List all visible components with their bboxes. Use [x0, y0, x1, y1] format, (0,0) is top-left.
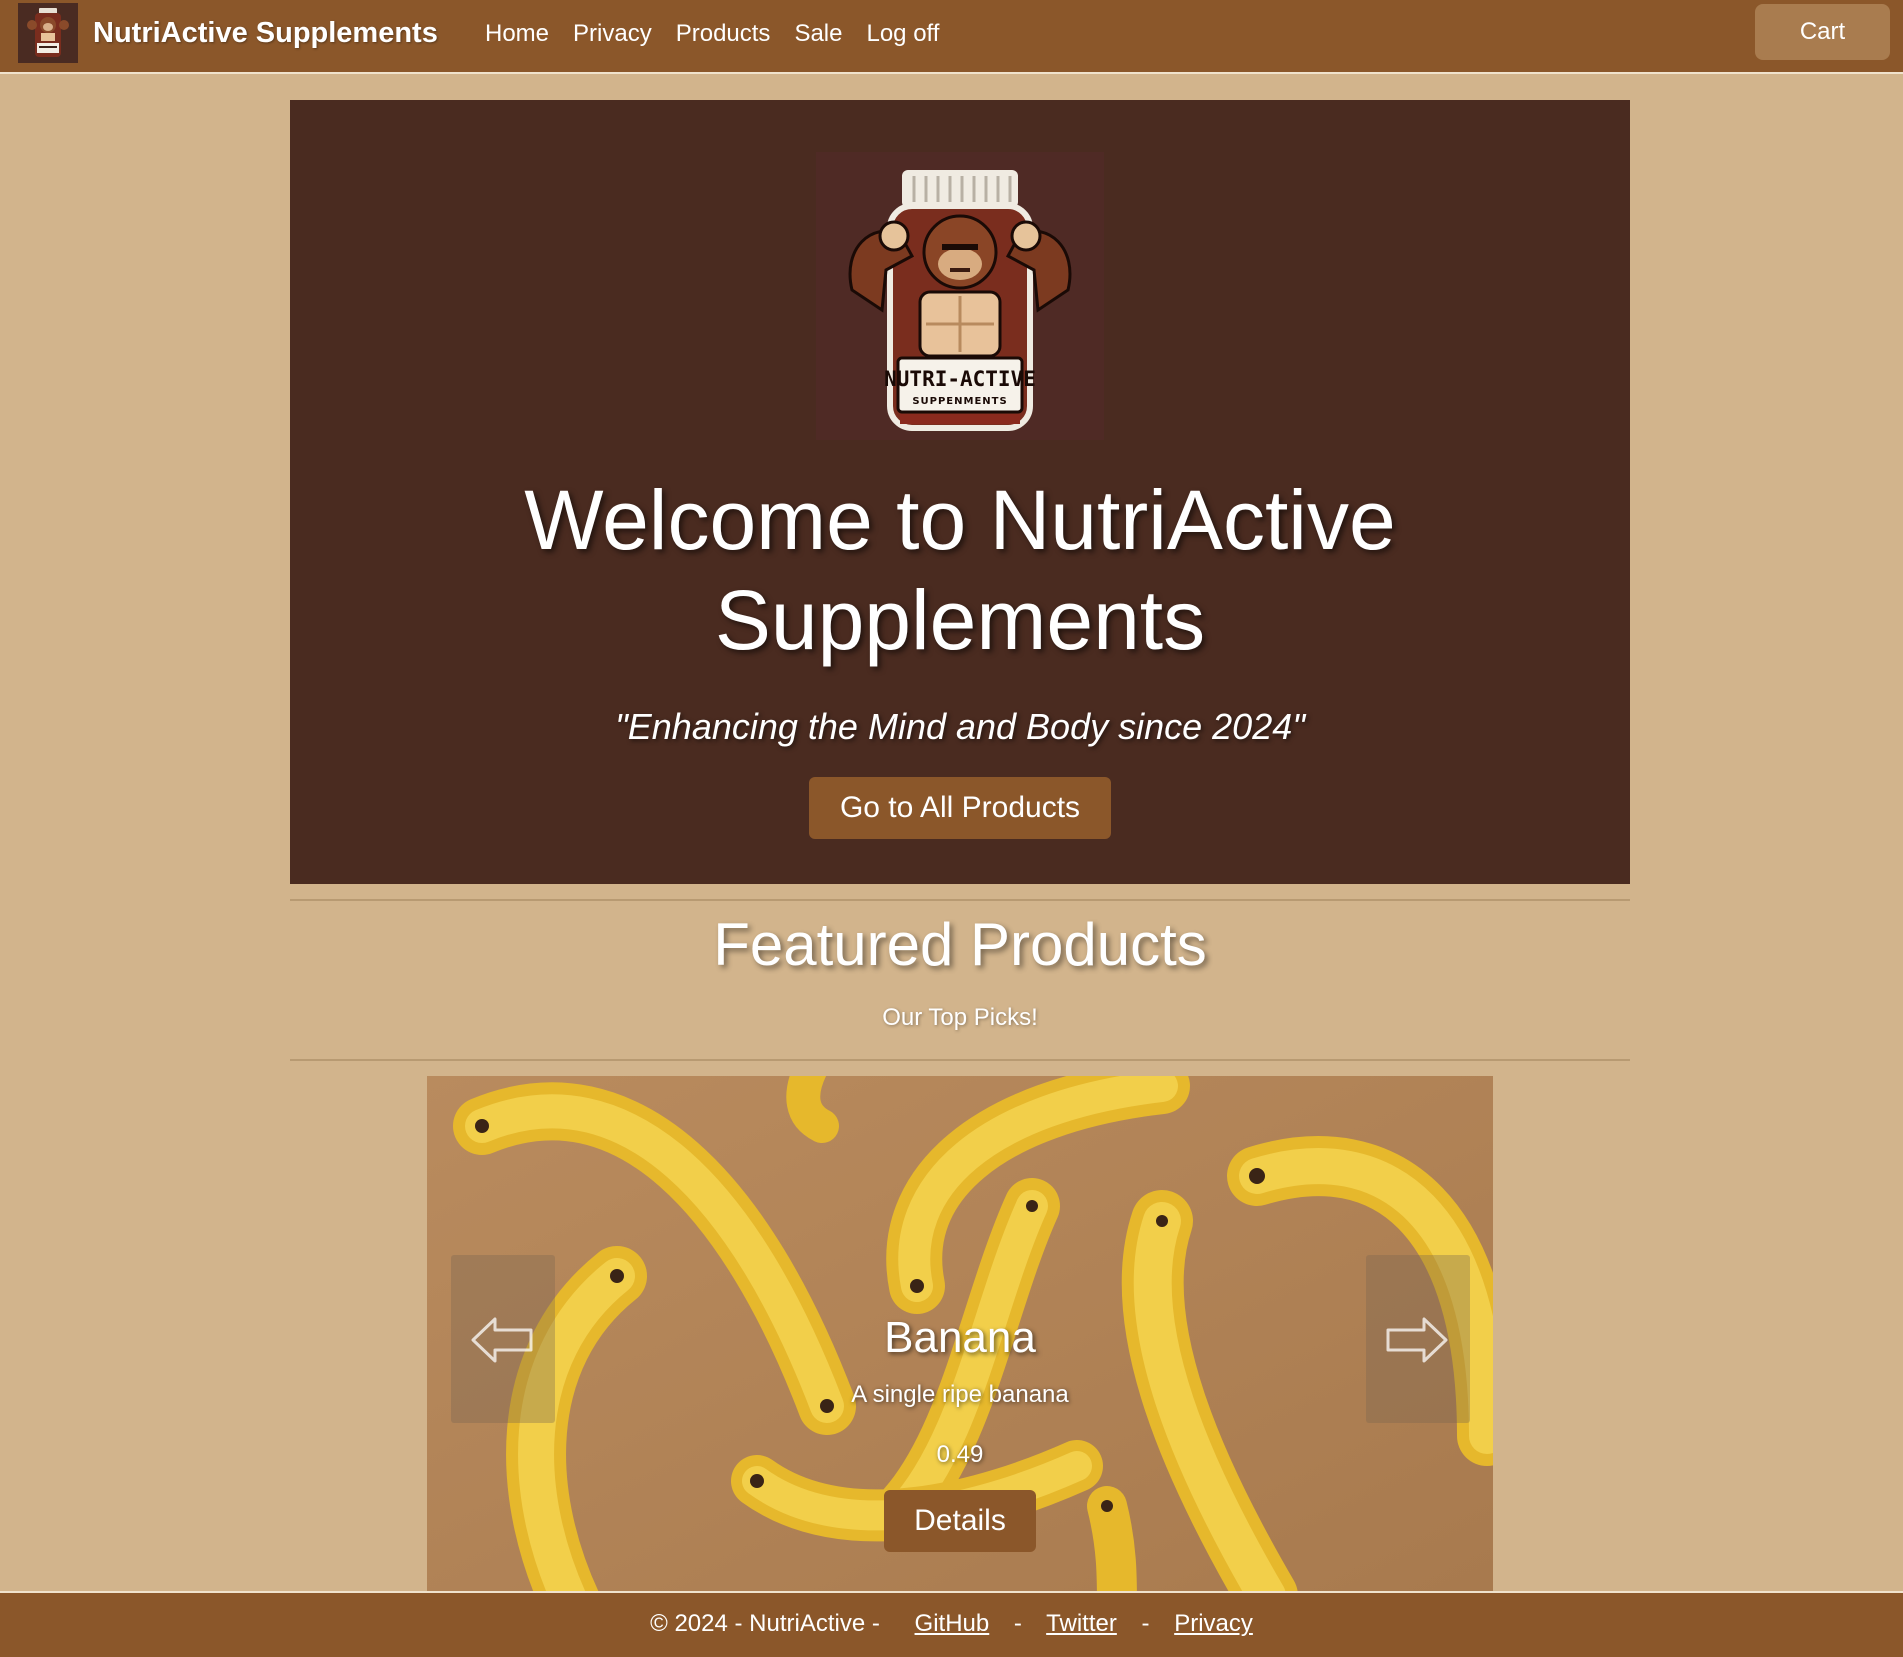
footer-separator: - — [1141, 1610, 1150, 1637]
brand-logo-icon[interactable] — [18, 3, 78, 63]
hero-banner: NUTRI-ACTIVE SUPPENMENTS Welcome to Nutr… — [290, 100, 1630, 884]
featured-subtitle: Our Top Picks! — [882, 1004, 1038, 1031]
brand-name[interactable]: NutriActive Supplements — [93, 14, 438, 52]
footer-link-github[interactable]: GitHub — [915, 1610, 990, 1637]
hero-logo-subtext: SUPPENMENTS — [912, 396, 1007, 407]
slide-price: 0.49 — [936, 1441, 984, 1468]
divider-top — [290, 899, 1630, 901]
divider-bottom — [290, 1059, 1630, 1061]
hero-logo-text: NUTRI-ACTIVE — [884, 367, 1036, 391]
slide-title: Banana — [884, 1313, 1036, 1362]
featured-carousel: Banana A single ripe banana 0.49 Details — [427, 1076, 1493, 1592]
footer-link-twitter[interactable]: Twitter — [1046, 1610, 1117, 1637]
hero-logo-icon: NUTRI-ACTIVE SUPPENMENTS — [816, 152, 1104, 440]
footer-copyright: © 2024 - NutriActive - — [650, 1610, 880, 1637]
featured-title: Featured Products — [713, 911, 1207, 978]
top-navbar: NutriActive Supplements Home Privacy Pro… — [0, 0, 1903, 74]
nav-link-products[interactable]: Products — [664, 18, 783, 50]
cart-button[interactable]: Cart — [1755, 4, 1890, 60]
hero-title-line-1: Welcome to NutriActive — [524, 473, 1396, 567]
details-button[interactable]: Details — [884, 1490, 1036, 1552]
footer-separator: - — [1013, 1610, 1022, 1637]
go-to-all-products-button[interactable]: Go to All Products — [809, 777, 1111, 839]
nav-link-sale[interactable]: Sale — [782, 18, 854, 50]
nav-link-log-off[interactable]: Log off — [854, 18, 951, 50]
slide-description: A single ripe banana — [851, 1381, 1069, 1408]
hero-tagline: "Enhancing the Mind and Body since 2024" — [614, 706, 1306, 747]
nav-link-home[interactable]: Home — [485, 18, 561, 50]
nav-links: Home Privacy Products Sale Log off — [485, 18, 951, 50]
hero-title: Welcome to NutriActive Supplements — [290, 470, 1630, 670]
footer-link-privacy[interactable]: Privacy — [1174, 1610, 1253, 1637]
hero-title-line-2: Supplements — [714, 573, 1206, 667]
footer: © 2024 - NutriActive - GitHub - Twitter … — [0, 1591, 1903, 1657]
nav-link-privacy[interactable]: Privacy — [561, 18, 664, 50]
